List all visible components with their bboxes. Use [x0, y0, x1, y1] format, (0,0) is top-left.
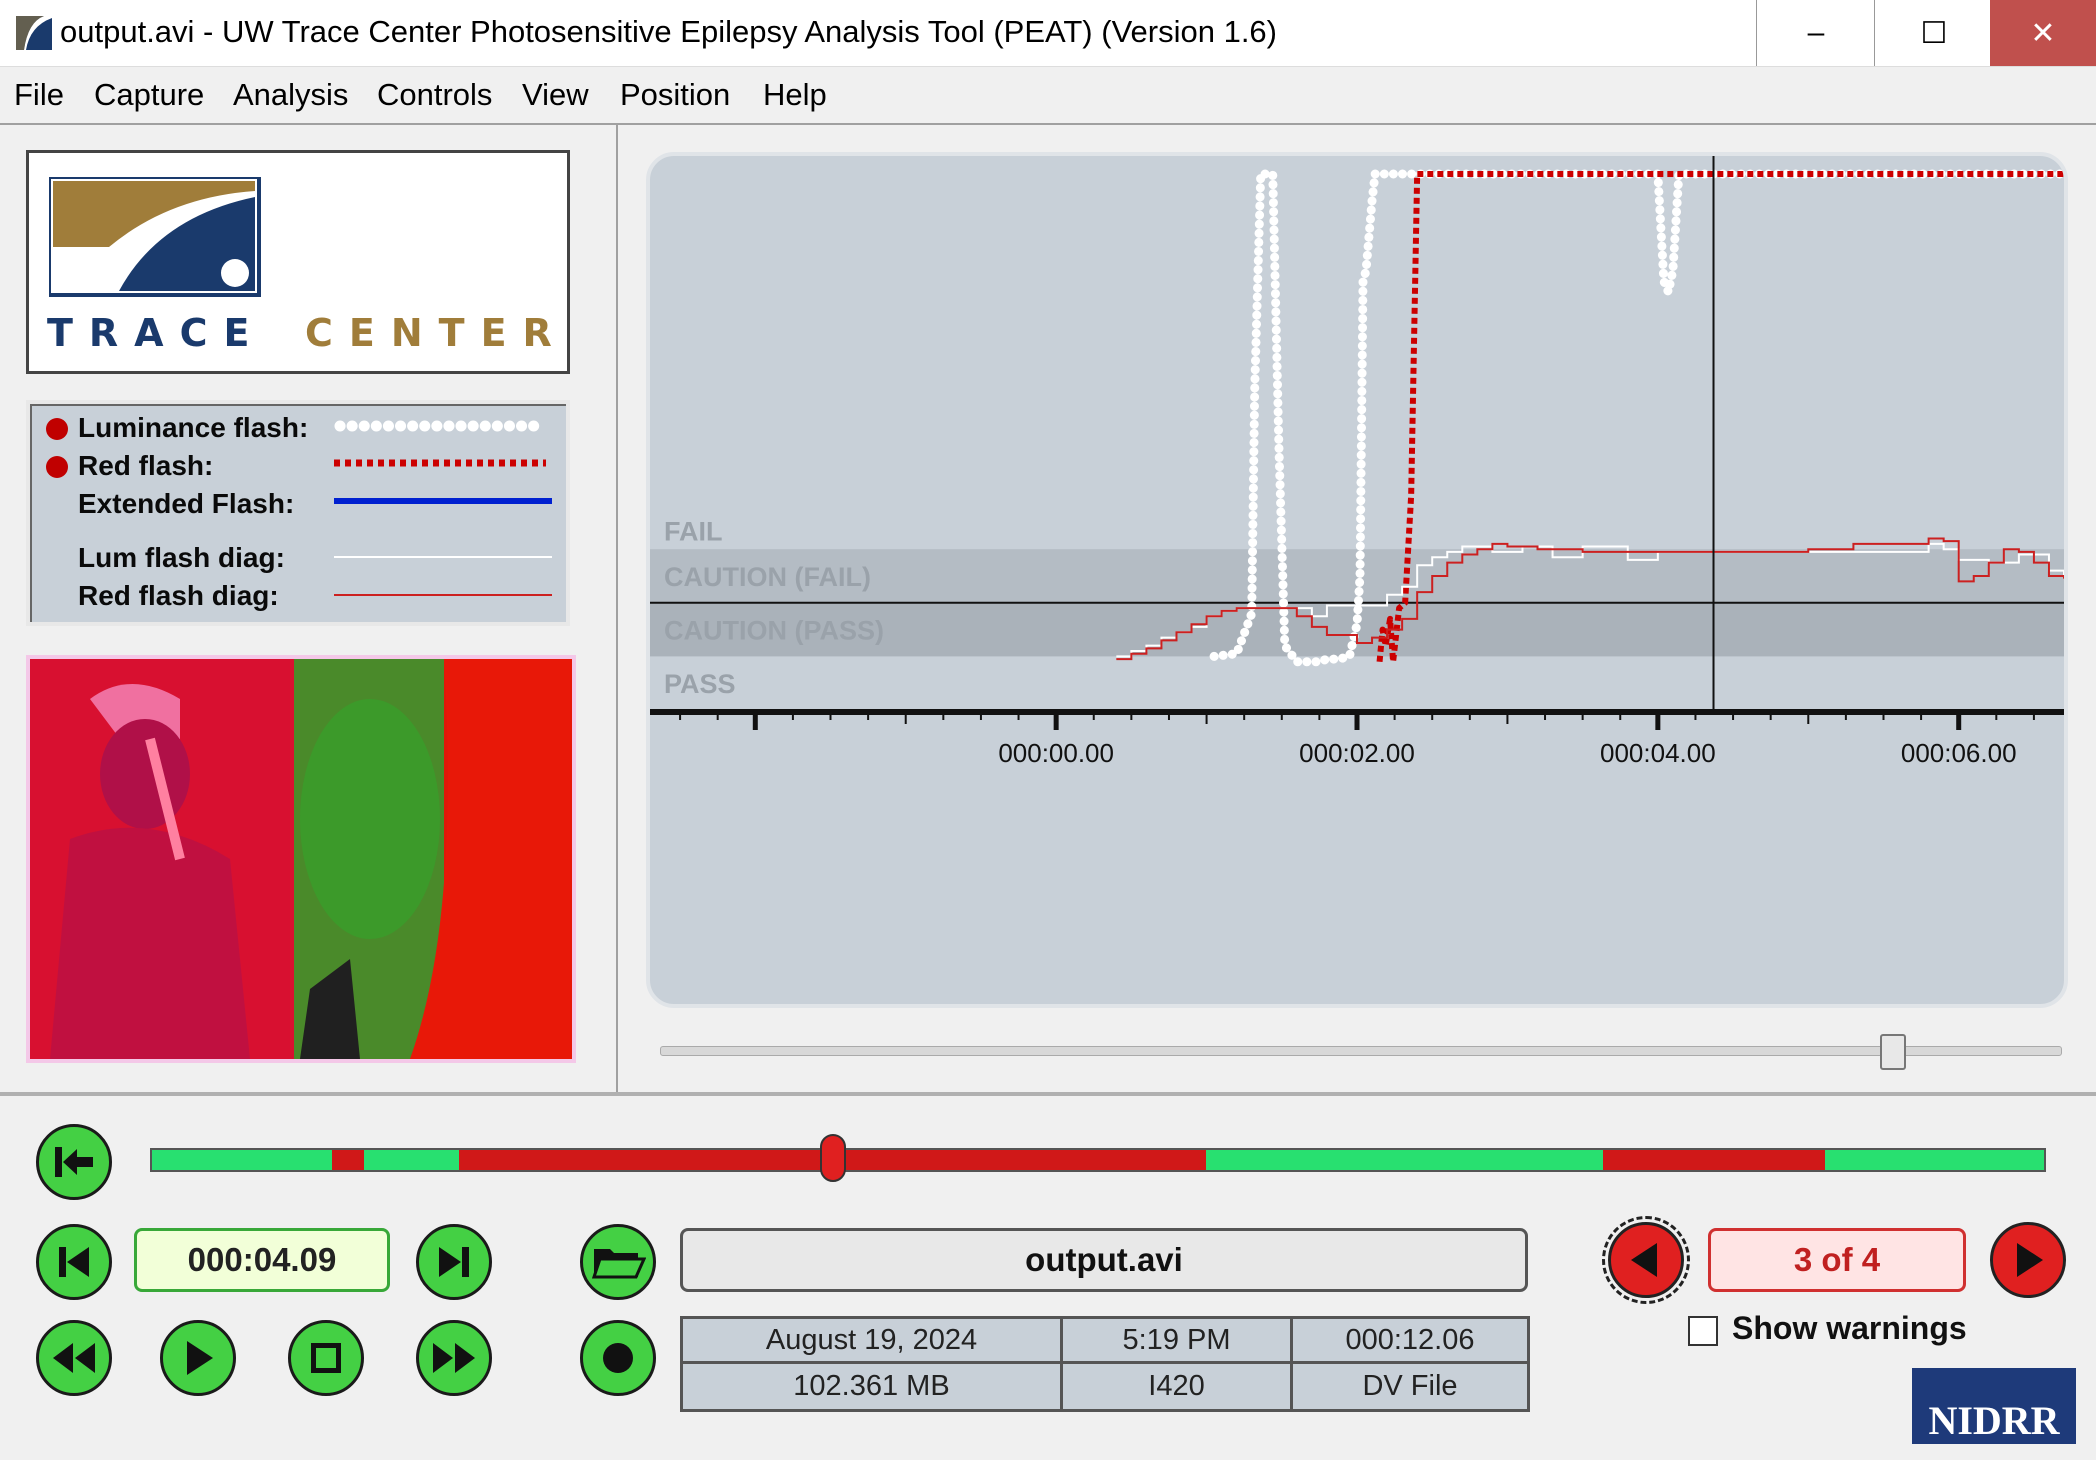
video-timeline[interactable] — [150, 1148, 2046, 1172]
stop-button[interactable] — [288, 1320, 364, 1396]
info-duration: 000:12.06 — [1293, 1319, 1527, 1364]
stop-icon — [311, 1343, 341, 1373]
play-button[interactable] — [160, 1320, 236, 1396]
timeline-segment-pass — [1205, 1150, 1604, 1170]
record-icon — [603, 1343, 633, 1373]
nidrr-badge: NIDRR — [1912, 1368, 2076, 1444]
info-size: 102.361 MB — [683, 1364, 1063, 1409]
app-icon — [14, 12, 54, 52]
info-type: DV File — [1362, 1370, 1458, 1402]
legend-luminance-flash: Luminance flash: — [78, 412, 309, 443]
menu-analysis[interactable]: Analysis — [233, 77, 348, 113]
nidrr-text: NIDRR — [1928, 1398, 2060, 1443]
timeline-segment-fail — [1603, 1150, 1825, 1170]
skip-to-start-icon — [55, 1147, 93, 1177]
flash-chart: FAIL CAUTION (FAIL) CAUTION (PASS) PASS 000… — [650, 156, 2064, 768]
file-info-grid: August 19, 2024 5:19 PM 000:12.06 102.36… — [680, 1316, 1530, 1412]
x-tick-label: 000:04.00 — [1600, 738, 1716, 768]
menu-bar: File Capture Analysis Controls View Posi… — [0, 67, 2096, 123]
legend-lum-diag: Lum flash diag: — [78, 542, 285, 573]
zone-label: CAUTION (FAIL) — [664, 562, 871, 592]
graph-scroll-thumb[interactable] — [1880, 1034, 1906, 1070]
video-preview — [26, 655, 576, 1063]
menu-file[interactable]: File — [14, 77, 64, 113]
zone-label: CAUTION (PASS) — [664, 616, 884, 646]
video-frame-image — [30, 659, 572, 1059]
timeline-segment-pass — [363, 1150, 459, 1170]
close-button[interactable]: ✕ — [1990, 0, 2096, 66]
window-title: output.avi - UW Trace Center Photosensit… — [60, 14, 1277, 49]
arrow-right-icon — [2017, 1243, 2043, 1277]
minimize-button[interactable]: – — [1756, 0, 1875, 66]
legend-extended-flash: Extended Flash: — [78, 488, 295, 519]
menu-position[interactable]: Position — [620, 77, 730, 113]
next-warning-button[interactable] — [1990, 1222, 2066, 1298]
graph-scroll-track[interactable] — [660, 1046, 2062, 1056]
panel-divider — [616, 124, 618, 1092]
timeline-playhead[interactable] — [819, 1134, 846, 1182]
show-warnings-checkbox[interactable] — [1688, 1316, 1718, 1346]
go-to-start-button[interactable] — [36, 1124, 112, 1200]
legend-red-diag-swatch — [334, 594, 552, 596]
timeline-segment-fail — [331, 1150, 364, 1170]
menu-controls[interactable]: Controls — [377, 77, 492, 113]
timeline-segment-pass — [152, 1150, 332, 1170]
file-name-display: output.avi — [680, 1228, 1528, 1292]
x-tick-label: 000:02.00 — [1299, 738, 1415, 768]
zone-label: PASS — [664, 669, 736, 699]
step-back-icon — [59, 1247, 89, 1277]
previous-warning-button[interactable] — [1602, 1216, 1690, 1304]
info-time: 5:19 PM — [1063, 1319, 1293, 1364]
legend-red-flash: Red flash: — [78, 450, 214, 481]
fast-forward-icon — [433, 1343, 475, 1373]
zone-label: FAIL — [664, 516, 723, 546]
play-icon — [187, 1341, 213, 1375]
maximize-button[interactable]: ☐ — [1874, 0, 1993, 66]
luminance-status-dot — [46, 418, 68, 440]
previous-frame-button[interactable] — [36, 1224, 112, 1300]
arrow-left-icon — [1631, 1243, 1657, 1277]
info-format: I420 — [1063, 1364, 1293, 1409]
legend-luminance-swatch — [334, 420, 550, 432]
step-forward-icon — [439, 1247, 469, 1277]
trace-center-logo: TRACE CENTER — [26, 150, 570, 374]
show-warnings-label[interactable]: Show warnings — [1732, 1310, 1967, 1347]
graph-legend: Luminance flash: Red flash: Extended Fla… — [26, 400, 570, 626]
red-status-dot — [46, 456, 68, 478]
title-bar: output.avi - UW Trace Center Photosensit… — [0, 0, 2096, 67]
flash-analysis-graph[interactable]: FAIL CAUTION (FAIL) CAUTION (PASS) PASS 000… — [646, 152, 2068, 1008]
x-tick-label: 000:06.00 — [1901, 738, 2017, 768]
info-date: August 19, 2024 — [683, 1319, 1063, 1364]
legend-red-diag: Red flash diag: — [78, 580, 279, 611]
timeline-segment-fail — [458, 1150, 468, 1170]
logo-word-center: CENTER — [305, 311, 568, 355]
rewind-button[interactable] — [36, 1320, 112, 1396]
menu-separator — [0, 123, 2096, 125]
legend-extended-swatch — [334, 498, 552, 504]
trace-logo-mark — [49, 177, 261, 297]
legend-red-swatch — [334, 459, 546, 467]
timeline-segment-pass — [1824, 1150, 2044, 1170]
fast-forward-button[interactable] — [416, 1320, 492, 1396]
current-time-display: 000:04.09 — [134, 1228, 390, 1292]
rewind-icon — [53, 1343, 95, 1373]
logo-word-trace: TRACE — [47, 311, 266, 355]
folder-open-icon — [591, 1249, 646, 1279]
open-file-button[interactable] — [580, 1224, 656, 1300]
legend-lum-diag-swatch — [334, 556, 552, 558]
warning-counter: 3 of 4 — [1708, 1228, 1966, 1292]
record-button[interactable] — [580, 1320, 656, 1396]
menu-view[interactable]: View — [522, 77, 589, 113]
x-tick-label: 000:00.00 — [998, 738, 1114, 768]
next-frame-button[interactable] — [416, 1224, 492, 1300]
menu-help[interactable]: Help — [763, 77, 827, 113]
controls-separator — [0, 1092, 2096, 1096]
menu-capture[interactable]: Capture — [94, 77, 204, 113]
